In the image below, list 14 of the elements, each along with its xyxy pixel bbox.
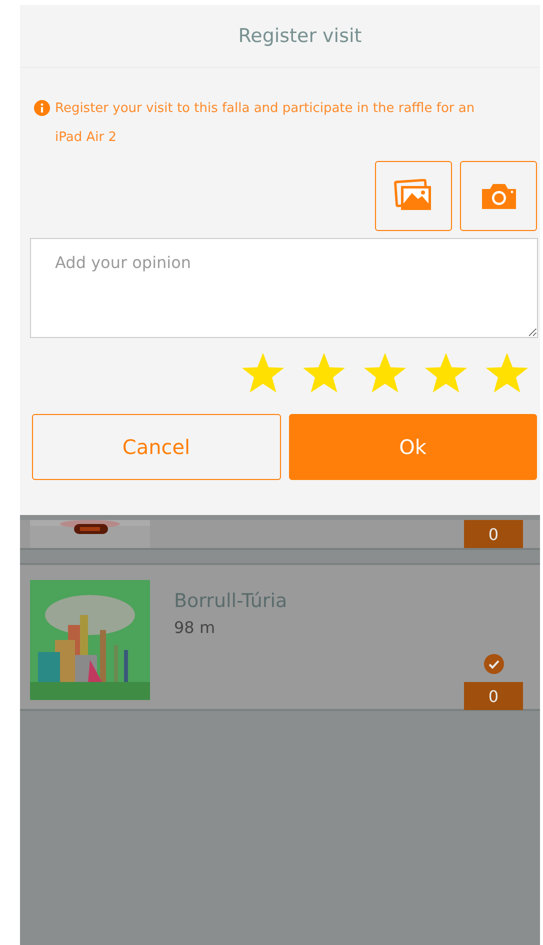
info-icon (34, 100, 50, 116)
count-badge: 0 (464, 682, 523, 710)
cancel-button[interactable]: Cancel (32, 414, 280, 480)
camera-icon (480, 181, 518, 211)
distance-text: 98 m (174, 618, 216, 637)
opinion-field[interactable]: Add your opinion (30, 238, 538, 338)
falla-name: Borrull-Túria (174, 590, 288, 612)
gallery-button[interactable] (375, 161, 452, 231)
camera-button[interactable] (460, 161, 537, 231)
dialog-title: Register visit (237, 25, 362, 47)
count-badge: 0 (464, 520, 523, 548)
ok-button[interactable]: Ok (288, 414, 537, 480)
info-text: Register your visit to this falla and participate in the raffle for an iPad Air 2 (55, 100, 476, 147)
pictures-icon (394, 179, 434, 213)
